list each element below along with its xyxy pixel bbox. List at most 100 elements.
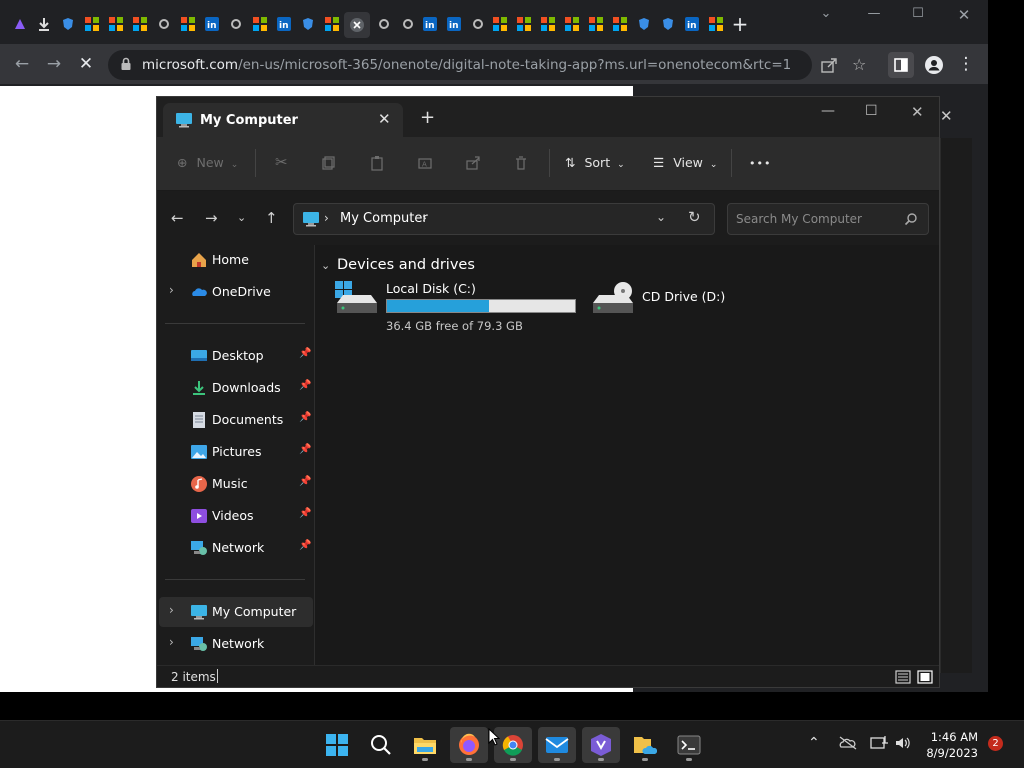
tab-search-chevron-icon[interactable]: ⌄: [812, 6, 840, 26]
tab-download-icon[interactable]: [34, 14, 54, 34]
sidebar-item-videos[interactable]: Videos 📌: [159, 501, 313, 531]
sidebar-item-my-computer[interactable]: › My Computer: [159, 597, 313, 627]
tab-microsoft-icon[interactable]: [82, 14, 102, 34]
cut-icon[interactable]: ✂: [275, 153, 288, 171]
tab-defender-icon[interactable]: [658, 14, 678, 34]
forward-arrow-icon[interactable]: →: [205, 209, 218, 227]
taskbar-mail[interactable]: [538, 727, 576, 763]
sidebar-item-network-pinned[interactable]: Network 📌: [159, 533, 313, 563]
drive-item-local-disk-c[interactable]: Local Disk (C:) 36.4 GB free of 79.3 GB: [335, 281, 585, 333]
tab-microsoft-icon[interactable]: [250, 14, 270, 34]
active-tab-close-icon[interactable]: [344, 12, 370, 38]
tab-microsoft-icon[interactable]: [322, 14, 342, 34]
tab-linkedin-icon[interactable]: in: [444, 14, 464, 34]
side-panel-button[interactable]: [888, 52, 914, 78]
paste-icon[interactable]: [369, 155, 385, 174]
minimize-icon[interactable]: —: [860, 6, 888, 26]
large-icons-view-icon[interactable]: [917, 669, 933, 688]
network-status-icon[interactable]: [870, 735, 888, 755]
sidebar-item-network[interactable]: › Network: [159, 629, 313, 659]
bookmark-star-icon[interactable]: ☆: [852, 55, 866, 74]
breadcrumb-my-computer[interactable]: My Computer: [340, 211, 428, 226]
explorer-maximize-icon[interactable]: ☐: [865, 103, 878, 119]
forward-arrow-icon[interactable]: →: [44, 54, 64, 74]
see-more-button[interactable]: •••: [749, 157, 771, 170]
details-view-icon[interactable]: [895, 669, 911, 688]
tab-microsoft-icon[interactable]: [562, 14, 582, 34]
tab-linkedin-icon[interactable]: in: [682, 14, 702, 34]
profile-avatar-icon[interactable]: [924, 55, 944, 79]
sidebar-item-home[interactable]: Home: [159, 245, 313, 275]
sidebar-item-music[interactable]: Music 📌: [159, 469, 313, 499]
tab-loading-icon[interactable]: [226, 14, 246, 34]
tab-microsoft-icon[interactable]: [514, 14, 534, 34]
sidebar-item-documents[interactable]: Documents 📌: [159, 405, 313, 435]
refresh-icon[interactable]: ↻: [688, 208, 701, 226]
address-history-chevron-icon[interactable]: ⌄: [656, 210, 666, 224]
clock-time[interactable]: 1:46 AM: [928, 730, 978, 744]
sidebar-item-downloads[interactable]: Downloads 📌: [159, 373, 313, 403]
taskbar-firefox[interactable]: [450, 727, 488, 763]
tab-defender-icon[interactable]: [634, 14, 654, 34]
new-tab-button[interactable]: +: [730, 12, 750, 36]
taskbar-file-explorer[interactable]: [406, 727, 444, 763]
tab-microsoft-icon[interactable]: [586, 14, 606, 34]
stop-loading-icon[interactable]: ✕: [76, 54, 96, 74]
copy-icon[interactable]: [321, 155, 337, 174]
omnibox[interactable]: microsoft.com/en-us/microsoft-365/onenot…: [108, 50, 866, 80]
tab-loading-icon[interactable]: [374, 14, 394, 34]
taskbar-visual-studio[interactable]: [582, 727, 620, 763]
view-button[interactable]: ☰ View ⌄: [653, 155, 717, 170]
explorer-minimize-icon[interactable]: —: [821, 103, 835, 119]
recent-locations-chevron-icon[interactable]: ⌄: [237, 211, 246, 224]
expand-chevron-icon[interactable]: ›: [169, 635, 174, 649]
onedrive-offline-icon[interactable]: [838, 735, 858, 755]
close-window-icon[interactable]: ✕: [950, 6, 978, 26]
breadcrumb-chevron-icon[interactable]: ›: [422, 211, 427, 225]
tab-microsoft-icon[interactable]: [178, 14, 198, 34]
drive-item-cd-drive-d[interactable]: CD Drive (D:): [591, 281, 741, 321]
collapse-chevron-icon[interactable]: ⌄: [321, 259, 330, 272]
maximize-icon[interactable]: ☐: [904, 6, 932, 26]
explorer-close-icon[interactable]: ✕: [911, 103, 924, 121]
taskbar-file-manager[interactable]: [626, 727, 664, 763]
new-button[interactable]: ⊕ New ⌄: [177, 155, 238, 170]
search-box[interactable]: Search My Computer: [727, 203, 929, 235]
tab-microsoft-icon[interactable]: [106, 14, 126, 34]
rename-icon[interactable]: A: [417, 155, 433, 174]
tab-microsoft-icon[interactable]: [538, 14, 558, 34]
tab-linkedin-icon[interactable]: in: [420, 14, 440, 34]
tab-defender-icon[interactable]: [58, 14, 78, 34]
tab-defender-icon[interactable]: [298, 14, 318, 34]
sidebar-item-onedrive[interactable]: › OneDrive: [159, 277, 313, 307]
expand-chevron-icon[interactable]: ›: [169, 603, 174, 617]
up-arrow-icon[interactable]: ↑: [265, 209, 278, 227]
address-box[interactable]: › My Computer › ⌄ ↻: [293, 203, 715, 235]
menu-kebab-icon[interactable]: ⋮: [956, 54, 976, 74]
tab-loading-icon[interactable]: [468, 14, 488, 34]
share-icon[interactable]: [820, 56, 838, 78]
tab-linkedin-icon[interactable]: in: [202, 14, 222, 34]
tab-microsoft-icon[interactable]: [130, 14, 150, 34]
tab-microsoft-icon[interactable]: [610, 14, 630, 34]
taskbar-search-button[interactable]: [362, 727, 400, 763]
tab-close-icon[interactable]: ✕: [378, 110, 391, 128]
tab-microsoft-icon[interactable]: [706, 14, 726, 34]
taskbar-terminal[interactable]: [670, 727, 708, 763]
notification-badge[interactable]: 2: [988, 736, 1003, 751]
volume-speaker-icon[interactable]: [894, 735, 912, 755]
explorer-tab-my-computer[interactable]: My Computer ✕: [163, 103, 403, 137]
start-button[interactable]: [318, 727, 356, 763]
back-arrow-icon[interactable]: ←: [171, 209, 184, 227]
background-window-close-icon[interactable]: ✕: [940, 107, 953, 125]
section-header-devices-and-drives[interactable]: Devices and drives: [337, 257, 475, 273]
expand-chevron-icon[interactable]: ›: [169, 283, 174, 297]
lock-icon[interactable]: [120, 56, 132, 76]
show-hidden-icons-chevron-icon[interactable]: ⌃: [808, 735, 820, 751]
explorer-new-tab-icon[interactable]: +: [420, 107, 435, 128]
tab-loading-icon[interactable]: [154, 14, 174, 34]
back-arrow-icon[interactable]: ←: [12, 54, 32, 74]
tab-linkedin-icon[interactable]: in: [274, 14, 294, 34]
share-icon[interactable]: [465, 155, 481, 174]
clock-date[interactable]: 8/9/2023: [918, 746, 978, 760]
